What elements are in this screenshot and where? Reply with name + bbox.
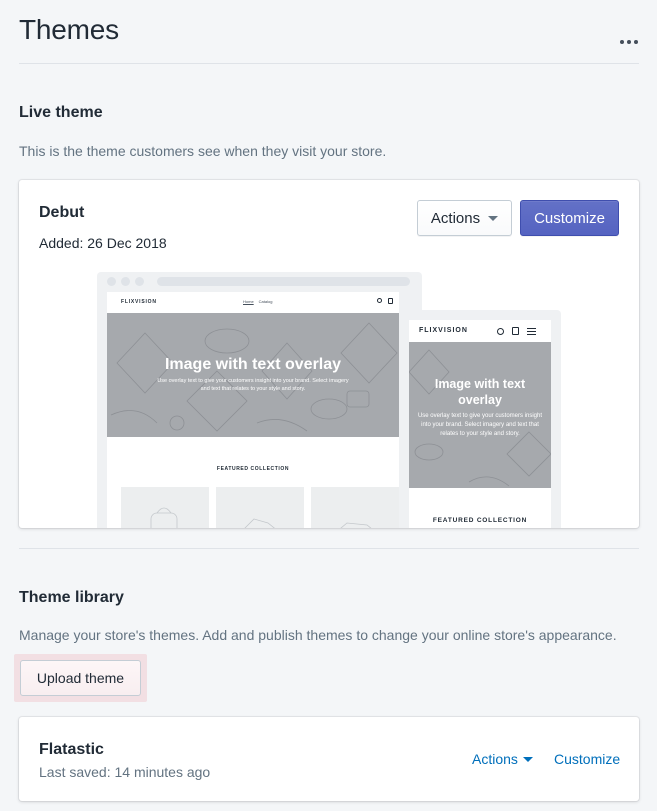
live-theme-heading: Live theme (19, 104, 103, 121)
library-theme-card: Flatastic Last saved: 14 minutes ago Act… (19, 717, 639, 801)
shoe-icon (340, 522, 372, 528)
desktop-store-page: FLIXVISION Home Catalog Image with text … (107, 292, 399, 528)
store-nav-links: Home Catalog (243, 299, 272, 304)
more-actions-icon[interactable] (615, 32, 643, 52)
search-icon (377, 298, 382, 303)
product-tile (216, 487, 304, 528)
desktop-featured-heading: FEATURED COLLECTION (216, 466, 290, 472)
desktop-hero-title: Image with text overlay (164, 356, 342, 373)
live-theme-card: Debut Added: 26 Dec 2018 Actions Customi… (19, 180, 639, 528)
product-tile (311, 487, 399, 528)
mobile-hero-subtitle: Use overlay text to give your customers … (417, 413, 543, 437)
desktop-hero-banner: Image with text overlay Use overlay text… (107, 313, 399, 437)
caret-down-icon (488, 215, 499, 221)
search-icon (497, 327, 504, 335)
live-theme-customize-button[interactable]: Customize (520, 200, 619, 236)
actions-label: Actions (472, 751, 518, 767)
live-theme-added-date: Added: 26 Dec 2018 (39, 235, 167, 251)
store-nav-icons (497, 327, 536, 335)
mobile-hero-banner: Image with text overlay Use overlay text… (409, 342, 551, 488)
live-theme-actions-button[interactable]: Actions (417, 200, 512, 236)
page-title: Themes (19, 14, 119, 45)
cart-icon (388, 298, 393, 304)
more-dot (634, 40, 638, 44)
upload-theme-button[interactable]: Upload theme (20, 660, 141, 696)
theme-library-description: Manage your store's themes. Add and publ… (19, 627, 617, 643)
actions-label: Actions (430, 209, 481, 227)
desktop-preview: FLIXVISION Home Catalog Image with text … (97, 272, 422, 528)
hero-illustration (110, 322, 398, 432)
store-nav-icons (377, 298, 393, 304)
header-divider (19, 63, 639, 64)
desktop-product-grid (121, 487, 399, 528)
caret-down-icon (522, 756, 533, 762)
store-nav-link: Catalog (258, 299, 273, 304)
more-dot (627, 40, 631, 44)
mobile-store-nav: FLIXVISION (409, 320, 551, 342)
shoe-icon (244, 518, 275, 528)
library-theme-name: Flatastic (39, 741, 104, 758)
product-tile (121, 487, 209, 528)
section-divider (19, 548, 639, 549)
library-theme-last-saved: Last saved: 14 minutes ago (39, 764, 211, 780)
browser-dot (107, 277, 116, 286)
more-dot (620, 40, 624, 44)
menu-icon (527, 327, 536, 335)
mobile-preview: FLIXVISION Image with text overlay Use o… (403, 310, 561, 528)
store-brand: FLIXVISION (121, 299, 157, 305)
cart-icon (512, 327, 519, 335)
mobile-hero-title: Image with text overlay (434, 377, 526, 407)
browser-chrome (97, 272, 422, 291)
mobile-featured-heading: FEATURED COLLECTION (432, 517, 528, 524)
backpack-icon (150, 507, 178, 528)
store-brand: FLIXVISION (419, 327, 468, 334)
browser-dot (121, 277, 130, 286)
library-theme-customize-link[interactable]: Customize (554, 751, 620, 767)
browser-url-bar (157, 277, 410, 286)
theme-library-heading: Theme library (19, 589, 124, 606)
browser-dot (135, 277, 144, 286)
live-theme-name: Debut (39, 204, 85, 221)
library-theme-actions-button[interactable]: Actions (472, 751, 533, 767)
live-theme-description: This is the theme customers see when the… (19, 143, 387, 159)
store-nav-link: Home (243, 299, 254, 304)
desktop-hero-subtitle: Use overlay text to give your customers … (157, 378, 349, 392)
mobile-store-page: FLIXVISION Image with text overlay Use o… (409, 320, 551, 528)
desktop-store-nav: FLIXVISION Home Catalog (107, 292, 399, 313)
